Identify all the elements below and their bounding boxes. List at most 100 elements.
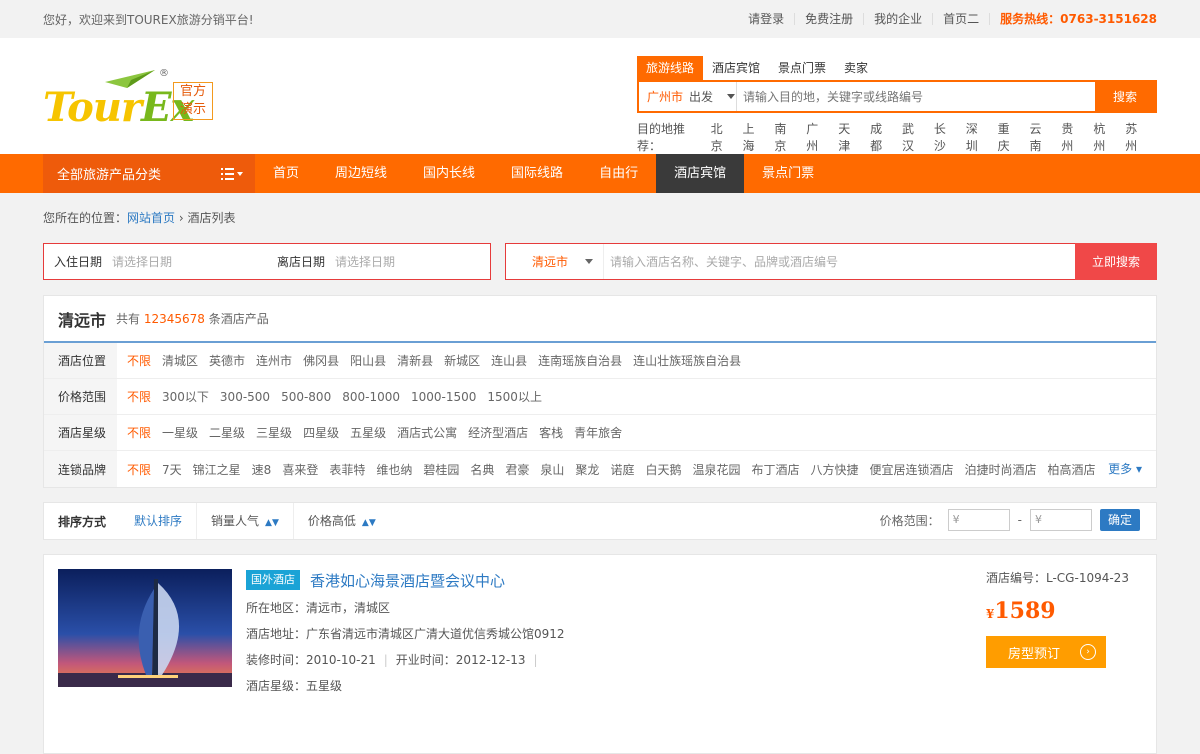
login-link[interactable]: 请登录 <box>738 13 794 25</box>
sort-default[interactable]: 默认排序 <box>120 503 196 539</box>
filter-option[interactable]: 1000-1500 <box>411 390 476 404</box>
sort-popularity[interactable]: 销量人气 ▲▼ <box>196 503 293 539</box>
checkin-field[interactable]: 入住日期 请选择日期 <box>44 244 267 279</box>
hotel-name-link[interactable]: 香港如心海景酒店暨会议中心 <box>310 570 505 591</box>
home-two-link[interactable]: 首页二 <box>932 13 989 25</box>
tab-tour-routes[interactable]: 旅游线路 <box>637 56 704 80</box>
filter-option[interactable]: 酒店式公寓 <box>397 424 457 441</box>
filter-option[interactable]: 佛冈县 <box>303 352 339 369</box>
price-confirm-button[interactable]: 确定 <box>1099 509 1140 531</box>
sort-price[interactable]: 价格高低 ▲▼ <box>292 503 390 539</box>
filter-option[interactable]: 清新县 <box>397 352 433 369</box>
hot-destination[interactable]: 天津 <box>838 120 862 154</box>
breadcrumb-home[interactable]: 网站首页 <box>127 211 175 225</box>
hot-destination[interactable]: 苏州 <box>1125 120 1149 154</box>
hotel-photo[interactable] <box>58 569 232 687</box>
departure-city-select[interactable]: 广州市 出发 <box>639 82 737 111</box>
sort-label: 排序方式 <box>58 514 107 529</box>
tab-hotels[interactable]: 酒店宾馆 <box>703 56 769 80</box>
nav-domestic[interactable]: 国内长线 <box>405 154 493 193</box>
filter-option[interactable]: 不限 <box>127 461 151 478</box>
hot-destination[interactable]: 云南 <box>1030 120 1054 154</box>
filter-option[interactable]: 连南瑶族自治县 <box>538 352 622 369</box>
filter-option[interactable]: 300以下 <box>162 388 209 405</box>
filter-option[interactable]: 五星级 <box>350 424 386 441</box>
tab-sellers[interactable]: 卖家 <box>835 56 877 80</box>
hot-destination[interactable]: 成都 <box>870 120 894 154</box>
filter-option[interactable]: 诺庭 <box>610 461 634 478</box>
filter-option[interactable]: 泉山 <box>540 461 564 478</box>
hot-destination[interactable]: 南京 <box>774 120 798 154</box>
filter-option[interactable]: 碧桂园 <box>423 461 459 478</box>
filter-option[interactable]: 柏高酒店 <box>1048 461 1096 478</box>
filter-option[interactable]: 锦江之星 <box>193 461 241 478</box>
filter-option[interactable]: 连山县 <box>491 352 527 369</box>
hot-destination[interactable]: 上海 <box>743 120 767 154</box>
filter-option[interactable]: 青年旅舍 <box>574 424 622 441</box>
filter-option[interactable]: 连山壮族瑶族自治县 <box>633 352 741 369</box>
hotel-keyword-input[interactable]: 请输入酒店名称、关键字、品牌或酒店编号 <box>604 244 1075 279</box>
filter-option[interactable]: 300-500 <box>220 390 270 404</box>
hot-destination[interactable]: 深圳 <box>966 120 990 154</box>
nav-hotels[interactable]: 酒店宾馆 <box>656 154 745 193</box>
filter-option[interactable]: 温泉花园 <box>692 461 740 478</box>
nav-free-travel[interactable]: 自由行 <box>581 154 656 193</box>
filter-option[interactable]: 八方快捷 <box>811 461 859 478</box>
nav-international[interactable]: 国际线路 <box>493 154 581 193</box>
filter-option[interactable]: 英德市 <box>209 352 245 369</box>
filter-option[interactable]: 500-800 <box>281 390 331 404</box>
nav-short-trips[interactable]: 周边短线 <box>317 154 405 193</box>
hot-destination[interactable]: 北京 <box>711 120 735 154</box>
filter-option[interactable]: 7天 <box>162 461 182 478</box>
filter-option[interactable]: 连州市 <box>256 352 292 369</box>
hot-destination[interactable]: 武汉 <box>902 120 926 154</box>
hotel-city-select[interactable]: 清远市 <box>506 244 604 279</box>
logo[interactable]: ® TourEx 官方 演示 <box>43 66 223 132</box>
book-room-button[interactable]: 房型预订 › <box>986 636 1106 668</box>
filter-option[interactable]: 800-1000 <box>342 390 400 404</box>
filter-option[interactable]: 1500以上 <box>487 388 542 405</box>
filter-option[interactable]: 泊捷时尚酒店 <box>965 461 1037 478</box>
filter-option[interactable]: 不限 <box>127 388 151 405</box>
filter-option[interactable]: 二星级 <box>209 424 245 441</box>
filter-option[interactable]: 维也纳 <box>376 461 412 478</box>
price-max-input[interactable]: ¥ <box>1029 509 1092 531</box>
filter-option[interactable]: 喜来登 <box>282 461 318 478</box>
filter-option[interactable]: 清城区 <box>162 352 198 369</box>
filter-option[interactable]: 四星级 <box>303 424 339 441</box>
filter-option[interactable]: 经济型酒店 <box>468 424 528 441</box>
more-brands-button[interactable]: 更多 ▾ <box>1108 451 1142 487</box>
nav-home[interactable]: 首页 <box>255 154 317 193</box>
tab-tickets[interactable]: 景点门票 <box>769 56 835 80</box>
filter-option[interactable]: 布丁酒店 <box>751 461 799 478</box>
hot-destination[interactable]: 贵州 <box>1061 120 1085 154</box>
price-range: 价格范围： ¥ - ¥ 确定 <box>880 509 1140 531</box>
filter-option[interactable]: 名典 <box>470 461 494 478</box>
my-company-link[interactable]: 我的企业 <box>863 13 932 25</box>
filter-option[interactable]: 不限 <box>127 424 151 441</box>
filter-option[interactable]: 新城区 <box>444 352 480 369</box>
search-button[interactable]: 搜索 <box>1095 82 1155 111</box>
filter-option[interactable]: 速8 <box>252 461 272 478</box>
filter-option[interactable]: 白天鹅 <box>645 461 681 478</box>
filter-option[interactable]: 表菲特 <box>329 461 365 478</box>
filter-option[interactable]: 不限 <box>127 352 151 369</box>
filter-option[interactable]: 阳山县 <box>350 352 386 369</box>
filter-option[interactable]: 客栈 <box>539 424 563 441</box>
register-link[interactable]: 免费注册 <box>794 13 863 25</box>
hot-destination[interactable]: 杭州 <box>1093 120 1117 154</box>
filter-option[interactable]: 君豪 <box>505 461 529 478</box>
hotel-search-button[interactable]: 立即搜索 <box>1075 243 1157 280</box>
filter-option[interactable]: 一星级 <box>162 424 198 441</box>
checkout-field[interactable]: 离店日期 请选择日期 <box>267 244 490 279</box>
filter-option[interactable]: 三星级 <box>256 424 292 441</box>
all-categories-button[interactable]: 全部旅游产品分类 <box>43 154 255 193</box>
filter-option[interactable]: 聚龙 <box>575 461 599 478</box>
price-min-input[interactable]: ¥ <box>947 509 1010 531</box>
nav-tickets[interactable]: 景点门票 <box>744 154 832 193</box>
search-input[interactable] <box>737 82 1095 111</box>
hot-destination[interactable]: 广州 <box>806 120 830 154</box>
hot-destination[interactable]: 长沙 <box>934 120 958 154</box>
hot-destination[interactable]: 重庆 <box>998 120 1022 154</box>
filter-option[interactable]: 便宜居连锁酒店 <box>870 461 954 478</box>
